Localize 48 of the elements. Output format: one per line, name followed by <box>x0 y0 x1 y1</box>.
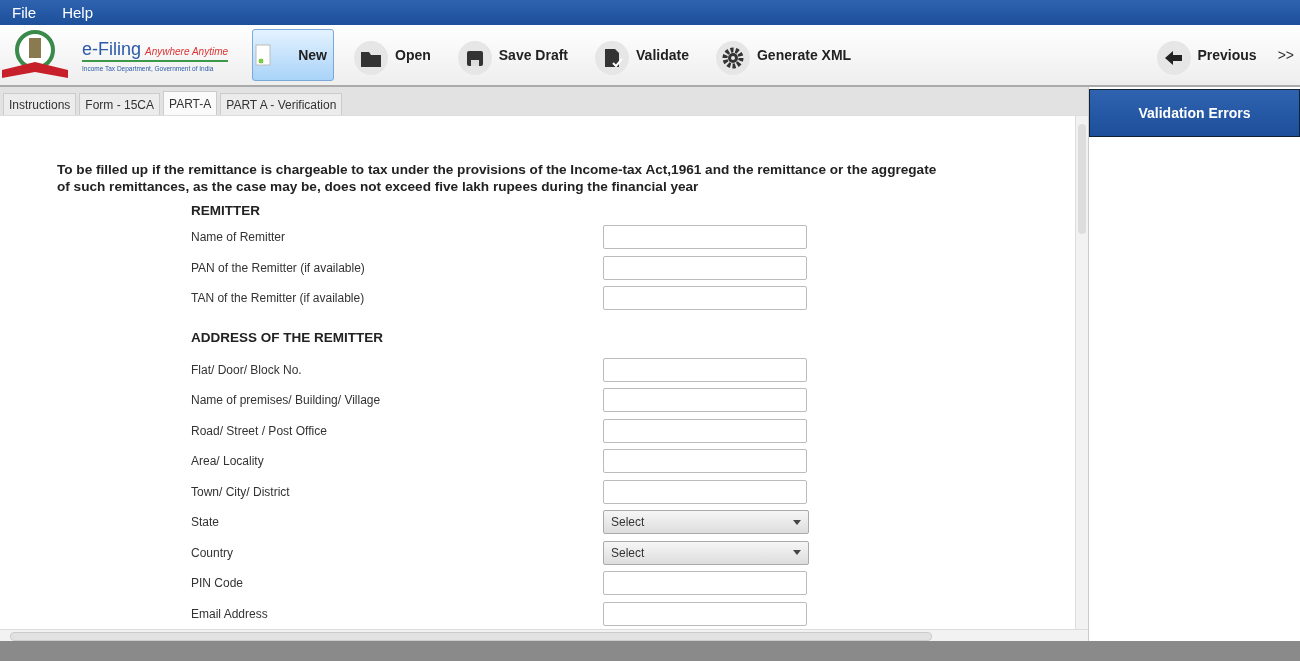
field-label: Flat/ Door/ Block No. <box>191 362 303 377</box>
horizontal-scrollbar[interactable] <box>0 629 1088 641</box>
toolbar-button[interactable]: Previous <box>1150 29 1264 81</box>
field-label: Town/ City/ District <box>191 484 291 499</box>
tab[interactable]: PART-A <box>163 91 218 115</box>
toolbar-button[interactable]: Save Draft <box>451 29 576 81</box>
text-field[interactable] <box>603 255 807 280</box>
text-field[interactable] <box>603 357 807 382</box>
menu-item[interactable]: File <box>12 4 37 21</box>
field-label: Country <box>191 545 235 560</box>
menu-item[interactable]: Help <box>62 4 94 21</box>
text-field[interactable] <box>603 225 807 250</box>
section-heading: REMITTER <box>191 203 261 218</box>
caret-icon <box>793 550 801 556</box>
field-label: State <box>191 515 221 530</box>
new-document-icon <box>255 44 271 66</box>
toolbar-button[interactable]: Validate <box>589 29 696 81</box>
logo-title: e-Filing <box>82 38 142 60</box>
text-field[interactable] <box>603 449 807 474</box>
instruction-text: To be filled up if the remittance is chargeable to tax under the provisions of the Income-tax Act,1961 and the remittance or the aggregate of such remittances, as the case may be, does not exceed five lakh rupees during the financial year <box>57 161 938 195</box>
toolbar-button[interactable]: Open <box>348 29 438 81</box>
caret-icon <box>793 519 801 525</box>
field-label: Name of Remitter <box>191 230 287 245</box>
tab[interactable]: PART A - Verification <box>220 93 343 115</box>
field-label: PIN Code <box>191 576 245 591</box>
dropdown[interactable]: Select <box>603 540 809 565</box>
text-field[interactable] <box>603 418 807 443</box>
toolbar-button[interactable]: Generate XML <box>709 29 859 81</box>
logo-tagline: Anywhere Anytime <box>145 45 229 57</box>
section-heading: ADDRESS OF THE REMITTER <box>191 329 384 345</box>
field-label: Road/ Street / Post Office <box>191 423 328 438</box>
field-label: Area/ Locality <box>191 454 265 469</box>
vertical-scrollbar[interactable] <box>1075 116 1088 629</box>
dropdown[interactable]: Select <box>603 510 809 535</box>
more-button[interactable]: >> <box>1277 47 1294 63</box>
text-field[interactable] <box>603 286 807 311</box>
tab[interactable]: Instructions <box>3 93 77 115</box>
field-label: Email Address <box>191 606 269 621</box>
panel-header: Validation Errors <box>1089 89 1300 137</box>
toolbar-button[interactable]: New <box>252 29 334 81</box>
text-field[interactable] <box>603 571 807 596</box>
text-field[interactable] <box>603 388 807 413</box>
text-field[interactable] <box>603 479 807 504</box>
field-label: PAN of the Remitter (if available) <box>191 260 366 275</box>
field-label: Name of premises/ Building/ Village <box>191 393 382 408</box>
field-label: TAN of the Remitter (if available) <box>191 291 366 306</box>
tab[interactable]: Form - 15CA <box>79 93 161 115</box>
text-field[interactable] <box>603 601 807 626</box>
